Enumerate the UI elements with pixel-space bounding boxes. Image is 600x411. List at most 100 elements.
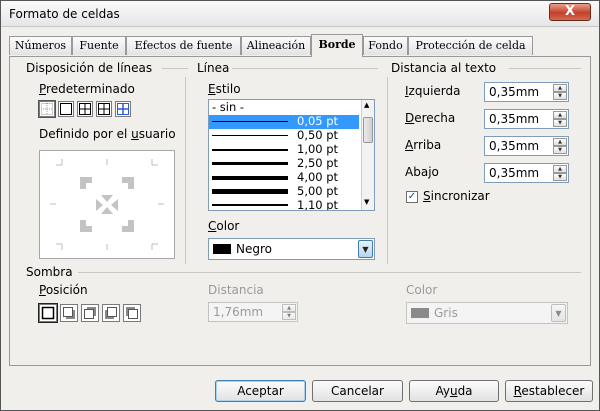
preset-outer-all-button[interactable] [96, 101, 112, 117]
shadow-top-left-button[interactable] [123, 304, 141, 322]
shadow-position-buttons [39, 304, 141, 322]
spin-down-icon: ▼ [553, 92, 567, 100]
shadow-color-select[interactable]: Gris ▼ [406, 302, 568, 324]
shadow-distance-input[interactable]: 1,76mm ▲ ▼ [208, 302, 298, 322]
line-sample [212, 121, 288, 122]
right-spacing-label: Derecha [405, 111, 456, 125]
list-item[interactable]: 2,50 pt [209, 156, 359, 171]
shadow-bottom-right-button[interactable] [60, 304, 78, 322]
spin-arrows[interactable]: ▲ ▼ [553, 138, 567, 154]
help-button[interactable]: Ayuda [409, 380, 499, 402]
title-bar: Formato de celdas X [1, 1, 599, 27]
tab-borde[interactable]: Borde [311, 34, 363, 57]
border-inner-icon [117, 103, 129, 115]
bottom-spacing-input[interactable]: 0,35mm ▲ ▼ [484, 163, 569, 183]
list-item[interactable]: 1,10 pt [209, 198, 359, 210]
line-heading: Línea [197, 61, 230, 75]
synchronize-label[interactable]: Sincronizar [423, 189, 490, 203]
close-icon: X [564, 4, 576, 19]
border-none-icon [41, 103, 53, 115]
line-style-list[interactable]: - sin - 0,05 pt 0,50 pt 1,00 pt 2,50 pt … [208, 99, 375, 211]
shadow-position-label: Posición [39, 283, 88, 297]
line-sample [212, 162, 288, 165]
top-spacing-input[interactable]: 0,35mm ▲ ▼ [484, 136, 569, 156]
color-label: Color [208, 219, 240, 233]
color-swatch [411, 308, 429, 318]
shadow-top-left-icon [126, 307, 138, 319]
spin-down-icon: ▼ [553, 119, 567, 127]
spin-up-icon: ▲ [553, 138, 567, 146]
tab-efectos-de-fuente[interactable]: Efectos de fuente [126, 36, 241, 55]
spin-arrows[interactable]: ▲ ▼ [553, 165, 567, 181]
shadow-top-right-button[interactable] [81, 304, 99, 322]
separator [162, 68, 188, 69]
list-item[interactable]: - sin - [209, 100, 359, 115]
reset-button[interactable]: Restablecer [505, 380, 593, 402]
cancel-button[interactable]: Cancelar [312, 380, 403, 402]
window-title: Formato de celdas [9, 7, 120, 21]
list-item[interactable]: 1,00 pt [209, 142, 359, 157]
spacing-heading: Distancia al texto [391, 61, 497, 75]
line-style-scrollbar[interactable]: ▲ ▼ [361, 100, 374, 210]
left-spacing-label: Izquierda [405, 84, 461, 98]
separator [387, 77, 388, 264]
synchronize-checkbox[interactable]: ✓ [406, 191, 418, 203]
right-spacing-input[interactable]: 0,35mm ▲ ▼ [484, 109, 569, 129]
bottom-spacing-label: Abajo [405, 165, 439, 179]
spin-arrows[interactable]: ▲ ▼ [553, 111, 567, 127]
color-swatch [213, 244, 231, 254]
shadow-none-icon [41, 306, 55, 320]
line-arrangement-heading: Disposición de líneas [26, 61, 153, 75]
list-item[interactable]: 0,05 pt [209, 114, 359, 129]
tab-fuente[interactable]: Fuente [72, 36, 126, 55]
spin-up-icon: ▲ [553, 165, 567, 173]
close-button[interactable]: X [549, 3, 591, 21]
line-sample [212, 135, 288, 136]
scroll-down-icon[interactable]: ▼ [364, 198, 369, 206]
separator [232, 68, 378, 69]
line-sample [212, 204, 288, 206]
list-item[interactable]: 4,00 pt [209, 170, 359, 185]
shadow-bottom-left-icon [105, 307, 117, 319]
shadow-bottom-left-button[interactable] [102, 304, 120, 322]
border-preview-icon [50, 159, 164, 250]
chevron-down-icon[interactable]: ▼ [358, 240, 373, 258]
tab-numeros[interactable]: Números [9, 36, 72, 55]
user-defined-border-preview[interactable] [39, 150, 175, 259]
border-outer-icon [60, 103, 72, 115]
shadow-bottom-right-icon [63, 307, 75, 319]
line-color-select[interactable]: Negro ▼ [208, 238, 375, 260]
spin-up-icon: ▲ [282, 304, 296, 312]
border-panel: Disposición de líneas Predeterminado Def… [9, 56, 591, 366]
left-spacing-input[interactable]: 0,35mm ▲ ▼ [484, 82, 569, 102]
preset-outer-horizontal-button[interactable] [77, 101, 93, 117]
style-label: Estilo [208, 82, 241, 96]
line-color-value: Negro [236, 242, 272, 256]
spin-arrows[interactable]: ▲ ▼ [282, 304, 296, 320]
top-spacing-label: Arriba [405, 138, 442, 152]
preset-inner-button[interactable] [115, 101, 131, 117]
spin-down-icon: ▼ [553, 146, 567, 154]
scroll-thumb[interactable] [363, 117, 373, 143]
shadow-distance-label: Distancia [208, 283, 264, 297]
ok-button[interactable]: Aceptar [215, 380, 306, 402]
tab-fondo[interactable]: Fondo [363, 36, 408, 55]
shadow-color-value: Gris [434, 306, 458, 320]
line-sample [212, 176, 288, 180]
spin-down-icon: ▼ [553, 173, 567, 181]
tab-alineacion[interactable]: Alineación [241, 36, 311, 55]
border-all-icon [98, 103, 110, 115]
border-outer-horizontal-icon [79, 103, 91, 115]
list-item[interactable]: 5,00 pt [209, 184, 359, 199]
default-presets [39, 101, 131, 117]
chevron-down-icon[interactable]: ▼ [551, 304, 566, 322]
preset-none-button[interactable] [39, 101, 55, 117]
list-item[interactable]: 0,50 pt [209, 128, 359, 143]
separator [509, 68, 581, 69]
shadow-none-button[interactable] [39, 304, 57, 322]
preset-outer-button[interactable] [58, 101, 74, 117]
separator [185, 77, 186, 264]
scroll-up-icon[interactable]: ▲ [364, 101, 369, 109]
tab-proteccion-de-celda[interactable]: Protección de celda [408, 36, 533, 55]
spin-arrows[interactable]: ▲ ▼ [553, 84, 567, 100]
